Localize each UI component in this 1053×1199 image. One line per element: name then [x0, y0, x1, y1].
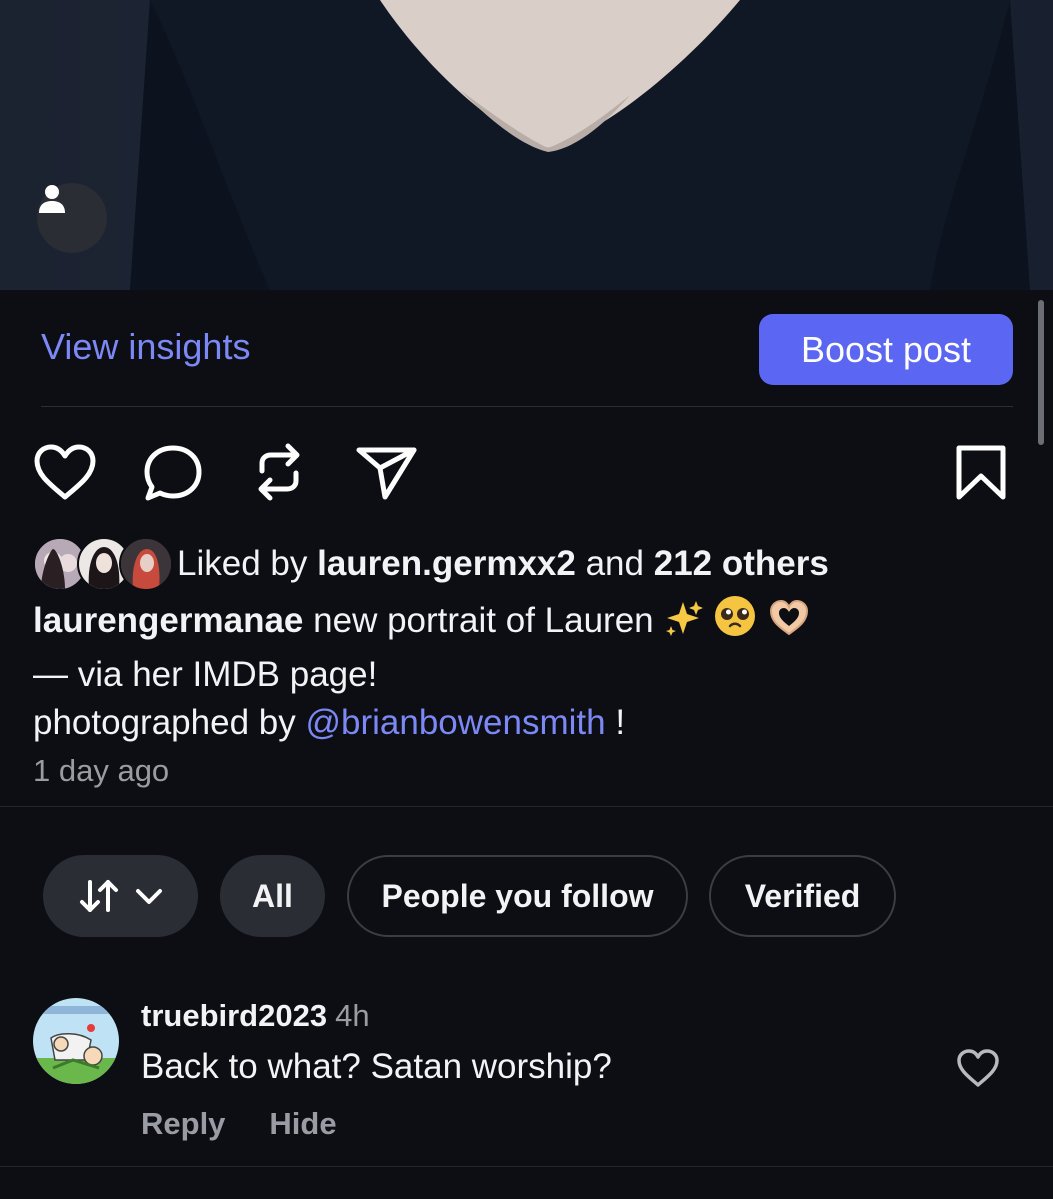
filter-chip-verified[interactable]: Verified	[709, 855, 896, 937]
commenter-avatar[interactable]	[33, 998, 119, 1084]
liker-avatars	[33, 537, 173, 591]
sort-arrows-icon	[79, 880, 162, 912]
post-timestamp: 1 day ago	[33, 753, 170, 788]
save-button[interactable]	[955, 444, 1007, 507]
comment-button[interactable]	[142, 443, 204, 508]
view-insights-link[interactable]: View insights	[41, 326, 250, 368]
comment-username[interactable]: truebird2023	[141, 998, 327, 1033]
bookmark-icon	[956, 445, 1006, 500]
caption-line3-prefix: photographed by	[33, 703, 296, 742]
mention-link[interactable]: @brianbowensmith	[305, 703, 605, 742]
comment-text: Back to what? Satan worship?	[141, 1047, 612, 1086]
scrollbar[interactable]	[1038, 300, 1044, 445]
filter-chip-all[interactable]: All	[220, 855, 325, 937]
like-button[interactable]	[33, 443, 97, 506]
boost-post-button[interactable]: Boost post	[759, 314, 1013, 385]
liked-by-user[interactable]: lauren.germxx2	[317, 544, 576, 583]
heart-icon	[957, 1049, 999, 1087]
comment-time: 4h	[335, 998, 370, 1033]
divider	[41, 406, 1013, 407]
caption-line1: new portrait of Lauren	[313, 601, 654, 640]
comment-divider	[0, 1166, 1053, 1167]
liked-by-others[interactable]: 212 others	[654, 544, 829, 583]
avatar	[119, 537, 173, 591]
post-photo[interactable]	[0, 0, 1053, 290]
comment-bubble-icon	[144, 445, 202, 501]
share-button[interactable]	[355, 444, 419, 507]
comment-like-button[interactable]	[956, 1048, 1000, 1093]
comment-actions: Reply Hide	[141, 1106, 381, 1142]
caption-line2: — via her IMDB page!	[33, 655, 378, 694]
sort-dropdown[interactable]	[43, 855, 198, 937]
pleading-face-emoji-icon	[713, 594, 757, 651]
repost-icon	[258, 443, 300, 501]
caption-username[interactable]: laurengermanae	[33, 601, 303, 640]
sparkles-emoji-icon	[663, 598, 704, 651]
caption-line3-suffix: !	[615, 703, 626, 742]
heart-icon	[34, 444, 96, 500]
heart-hands-emoji-icon	[767, 598, 811, 651]
likes-summary[interactable]: Liked by lauren.germxx2 and 212 others	[33, 537, 829, 591]
portrait-image	[0, 0, 1053, 290]
comment-header: truebird2023 4h	[141, 998, 370, 1034]
reply-button[interactable]: Reply	[141, 1106, 225, 1141]
tag-people-button[interactable]	[37, 183, 107, 253]
section-divider	[0, 806, 1053, 807]
liked-by-prefix: Liked by	[177, 544, 308, 583]
repost-button[interactable]	[250, 441, 308, 508]
hide-button[interactable]: Hide	[269, 1106, 336, 1141]
post-caption: laurengermanae new portrait of Lauren — …	[33, 594, 1023, 747]
filter-chip-people-you-follow[interactable]: People you follow	[347, 855, 688, 937]
send-icon	[356, 447, 417, 500]
person-icon	[39, 185, 65, 213]
liked-by-middle: and	[585, 544, 644, 583]
